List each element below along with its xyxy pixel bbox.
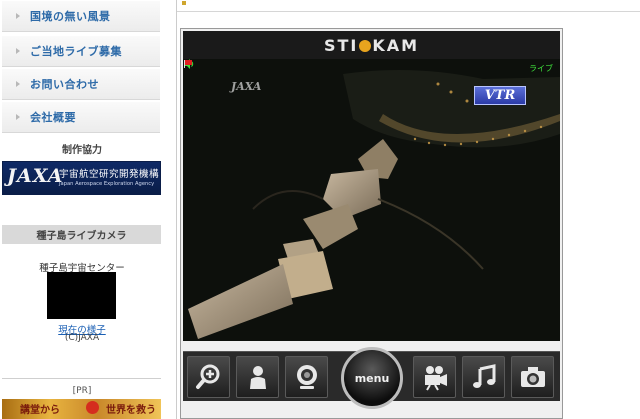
live-label: ライブ [529, 64, 553, 73]
bullet-icon [16, 13, 20, 19]
nav-item-label: 国境の無い風景 [30, 10, 111, 23]
nav-item-label: お問い合わせ [30, 78, 99, 91]
pr-banner-circle-icon [86, 401, 99, 414]
snapshot-button[interactable] [511, 356, 554, 398]
video-camera-icon [424, 366, 447, 391]
profile-button[interactable] [236, 356, 279, 398]
sidebar: 国境の無い風景 ご当地ライブ募集 お問い合わせ 会社概要 制作協力 JAXA 宇… [0, 0, 164, 419]
jaxa-banner-link[interactable]: JAXA 宇宙航空研究開発機構 Japan Aerospace Explorat… [2, 161, 161, 195]
pr-banner-text: 世界を救う [106, 405, 156, 416]
music-button[interactable] [462, 356, 505, 398]
top-strip [177, 0, 640, 12]
music-note-icon [472, 364, 495, 388]
user-icon [249, 366, 266, 389]
video-button[interactable] [413, 356, 456, 398]
stickam-logo: STI KAM [323, 36, 420, 55]
zoom-button[interactable] [187, 356, 230, 398]
menu-label: menu [354, 371, 390, 385]
pr-label: [PR] [72, 386, 92, 396]
webcam-icon [296, 365, 317, 389]
nav-item-scenery[interactable]: 国境の無い風景 [2, 0, 160, 32]
nav-item-company[interactable]: 会社概要 [2, 101, 160, 133]
bullet-icon [16, 81, 20, 87]
flag-icon[interactable] [183, 59, 193, 69]
nav-item-contact[interactable]: お問い合わせ [2, 68, 160, 100]
jaxa-japanese-name: 宇宙航空研究開発機構 [59, 169, 160, 180]
pr-banner-text: 講堂から [20, 405, 60, 416]
zoom-in-icon [195, 364, 219, 389]
divider [2, 378, 161, 379]
jaxa-english-name: Japan Aerospace Exploration Agency [59, 181, 155, 187]
vtr-badge: VTR [474, 86, 526, 105]
cooperation-heading: 制作協力 [62, 145, 102, 156]
logo-dot-icon [359, 40, 372, 52]
camera-icon [520, 367, 545, 387]
webcam-button[interactable] [285, 356, 328, 398]
nav-item-label: 会社概要 [30, 111, 76, 124]
menu-button[interactable]: menu [341, 347, 403, 409]
player-controls: menu [183, 347, 560, 409]
bullet-icon [16, 48, 20, 54]
nav-item-live-recruit[interactable]: ご当地ライブ募集 [2, 35, 160, 67]
camera-thumbnail[interactable] [47, 272, 116, 319]
camera-heading: 種子島ライブカメラ [2, 225, 161, 244]
pr-banner-ad[interactable]: 講堂から 世界を救う [2, 399, 161, 419]
live-video-feed[interactable]: JAXA ライブ VTR [183, 59, 560, 341]
jaxa-logo: JAXA [7, 165, 64, 187]
top-marker-icon [182, 1, 186, 5]
player-header: STI KAM [183, 31, 560, 59]
nav-item-label: ご当地ライブ募集 [30, 45, 122, 58]
stickam-player: STI KAM JAXA ライブ VTR menu [180, 28, 563, 419]
jaxa-watermark: JAXA [231, 80, 262, 93]
content-border [176, 0, 177, 419]
copyright-text: (C)JAXA [64, 333, 100, 343]
bullet-icon [16, 114, 20, 120]
